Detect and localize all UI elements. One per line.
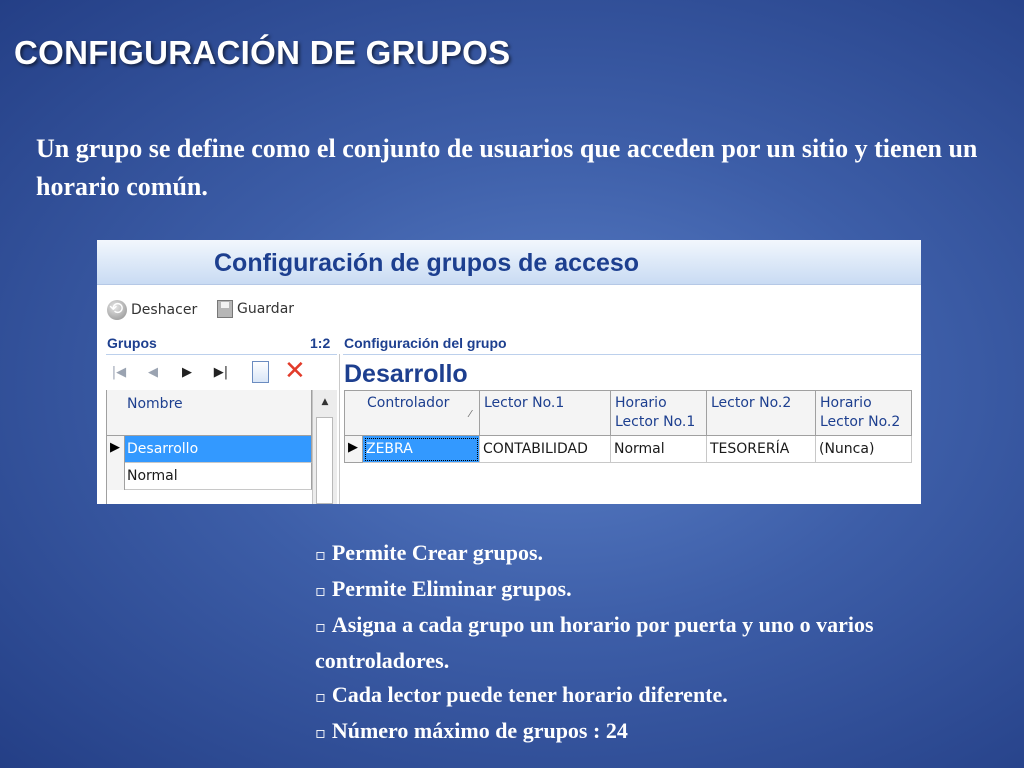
feature-text: Cada lector puede tener horario diferent… (331, 682, 728, 707)
feature-item: ▫ Asigna a cada grupo un horario por puer… (315, 608, 915, 678)
column-header-label: Lector No.1 (484, 395, 565, 411)
next-record-icon[interactable]: ▶ (175, 361, 199, 385)
column-header-horario-1[interactable]: Horario Lector No.1 (611, 390, 707, 436)
groups-grid: Nombre Desarrollo Normal ▲ (106, 390, 337, 504)
column-header-label: Horario Lector No.2 (820, 395, 901, 430)
save-button[interactable]: Guardar (217, 300, 294, 318)
cell-horario-1[interactable]: Normal (611, 436, 707, 463)
grid-corner (344, 390, 363, 436)
bullet-icon: ▫ (315, 617, 326, 636)
scroll-up-icon[interactable]: ▲ (313, 390, 337, 414)
undo-button[interactable]: Deshacer (107, 299, 198, 320)
group-config-label: Configuración del grupo (344, 335, 507, 351)
column-header-horario-2[interactable]: Horario Lector No.2 (816, 390, 912, 436)
panel-splitter[interactable] (339, 354, 340, 504)
scroll-thumb[interactable] (316, 417, 333, 504)
cell-controlador[interactable]: ZEBRA (363, 436, 480, 463)
bullet-icon: ▫ (315, 545, 326, 564)
row-selector-active[interactable] (107, 436, 125, 463)
previous-record-icon[interactable]: ◀ (141, 361, 165, 385)
sort-indicator-icon: ⁄ (469, 409, 471, 420)
column-header-nombre[interactable]: Nombre (107, 390, 312, 436)
save-label: Guardar (237, 301, 295, 317)
save-icon (217, 300, 233, 318)
intro-paragraph: Un grupo se define como el conjunto de u… (36, 134, 978, 201)
group-config-grid: Controlador ⁄ Lector No.1 Horario Lector… (344, 390, 912, 465)
feature-list: ▫ Permite Crear grupos. ▫ Permite Eliminar… (315, 536, 915, 750)
bullet-icon: ▫ (315, 723, 326, 742)
first-record-icon[interactable]: |◀ (107, 361, 131, 385)
column-header-lector-1[interactable]: Lector No.1 (480, 390, 611, 436)
feature-text: Permite Crear grupos. (331, 540, 544, 565)
feature-text: Permite Eliminar grupos. (331, 576, 572, 601)
feature-item: ▫ Cada lector puede tener horario diferen… (315, 678, 915, 714)
column-header-controlador[interactable]: Controlador ⁄ (363, 390, 480, 436)
window-title-bar: Configuración de grupos de acceso (97, 240, 921, 285)
vertical-scrollbar[interactable]: ▲ (312, 390, 337, 504)
column-header-label: Nombre (127, 396, 183, 412)
groups-counter: 1:2 (310, 335, 331, 351)
bullet-icon: ▫ (315, 581, 326, 600)
group-name-heading: Desarrollo (344, 360, 468, 388)
window-title: Configuración de grupos de acceso (214, 249, 640, 277)
new-document-icon[interactable] (252, 361, 269, 383)
undo-icon (107, 299, 127, 320)
feature-text: Asigna a cada grupo un horario por puert… (315, 612, 874, 673)
app-screenshot: Configuración de grupos de acceso Deshac… (97, 240, 921, 504)
bullet-icon: ▫ (315, 687, 326, 706)
slide-title: CONFIGURACIÓN DE GRUPOS (14, 34, 511, 71)
cell-horario-2[interactable]: (Nunca) (816, 436, 912, 463)
feature-item: ▫ Permite Eliminar grupos. (315, 572, 915, 608)
cell-lector-2[interactable]: TESORERÍA (707, 436, 816, 463)
column-header-lector-2[interactable]: Lector No.2 (707, 390, 816, 436)
config-divider (343, 354, 921, 355)
cell-lector-1[interactable]: CONTABILIDAD (480, 436, 611, 463)
column-header-label: Horario Lector No.1 (615, 395, 696, 430)
groups-label: Grupos (107, 335, 157, 351)
column-header-label: Controlador (367, 395, 450, 411)
group-row[interactable]: Normal (125, 463, 312, 490)
group-row[interactable]: Desarrollo (125, 436, 312, 463)
last-record-icon[interactable]: ▶| (209, 361, 233, 385)
row-selector[interactable] (107, 463, 125, 490)
undo-label: Deshacer (131, 302, 198, 318)
row-selector-active[interactable] (344, 436, 363, 463)
feature-item: ▫ Permite Crear grupos. (315, 536, 915, 572)
feature-item: ▫ Número máximo de grupos : 24 (315, 714, 915, 750)
column-header-label: Lector No.2 (711, 395, 792, 411)
groups-divider (106, 354, 337, 355)
feature-text: Número máximo de grupos : 24 (331, 718, 628, 743)
delete-x-icon[interactable]: ✕ (284, 357, 306, 385)
